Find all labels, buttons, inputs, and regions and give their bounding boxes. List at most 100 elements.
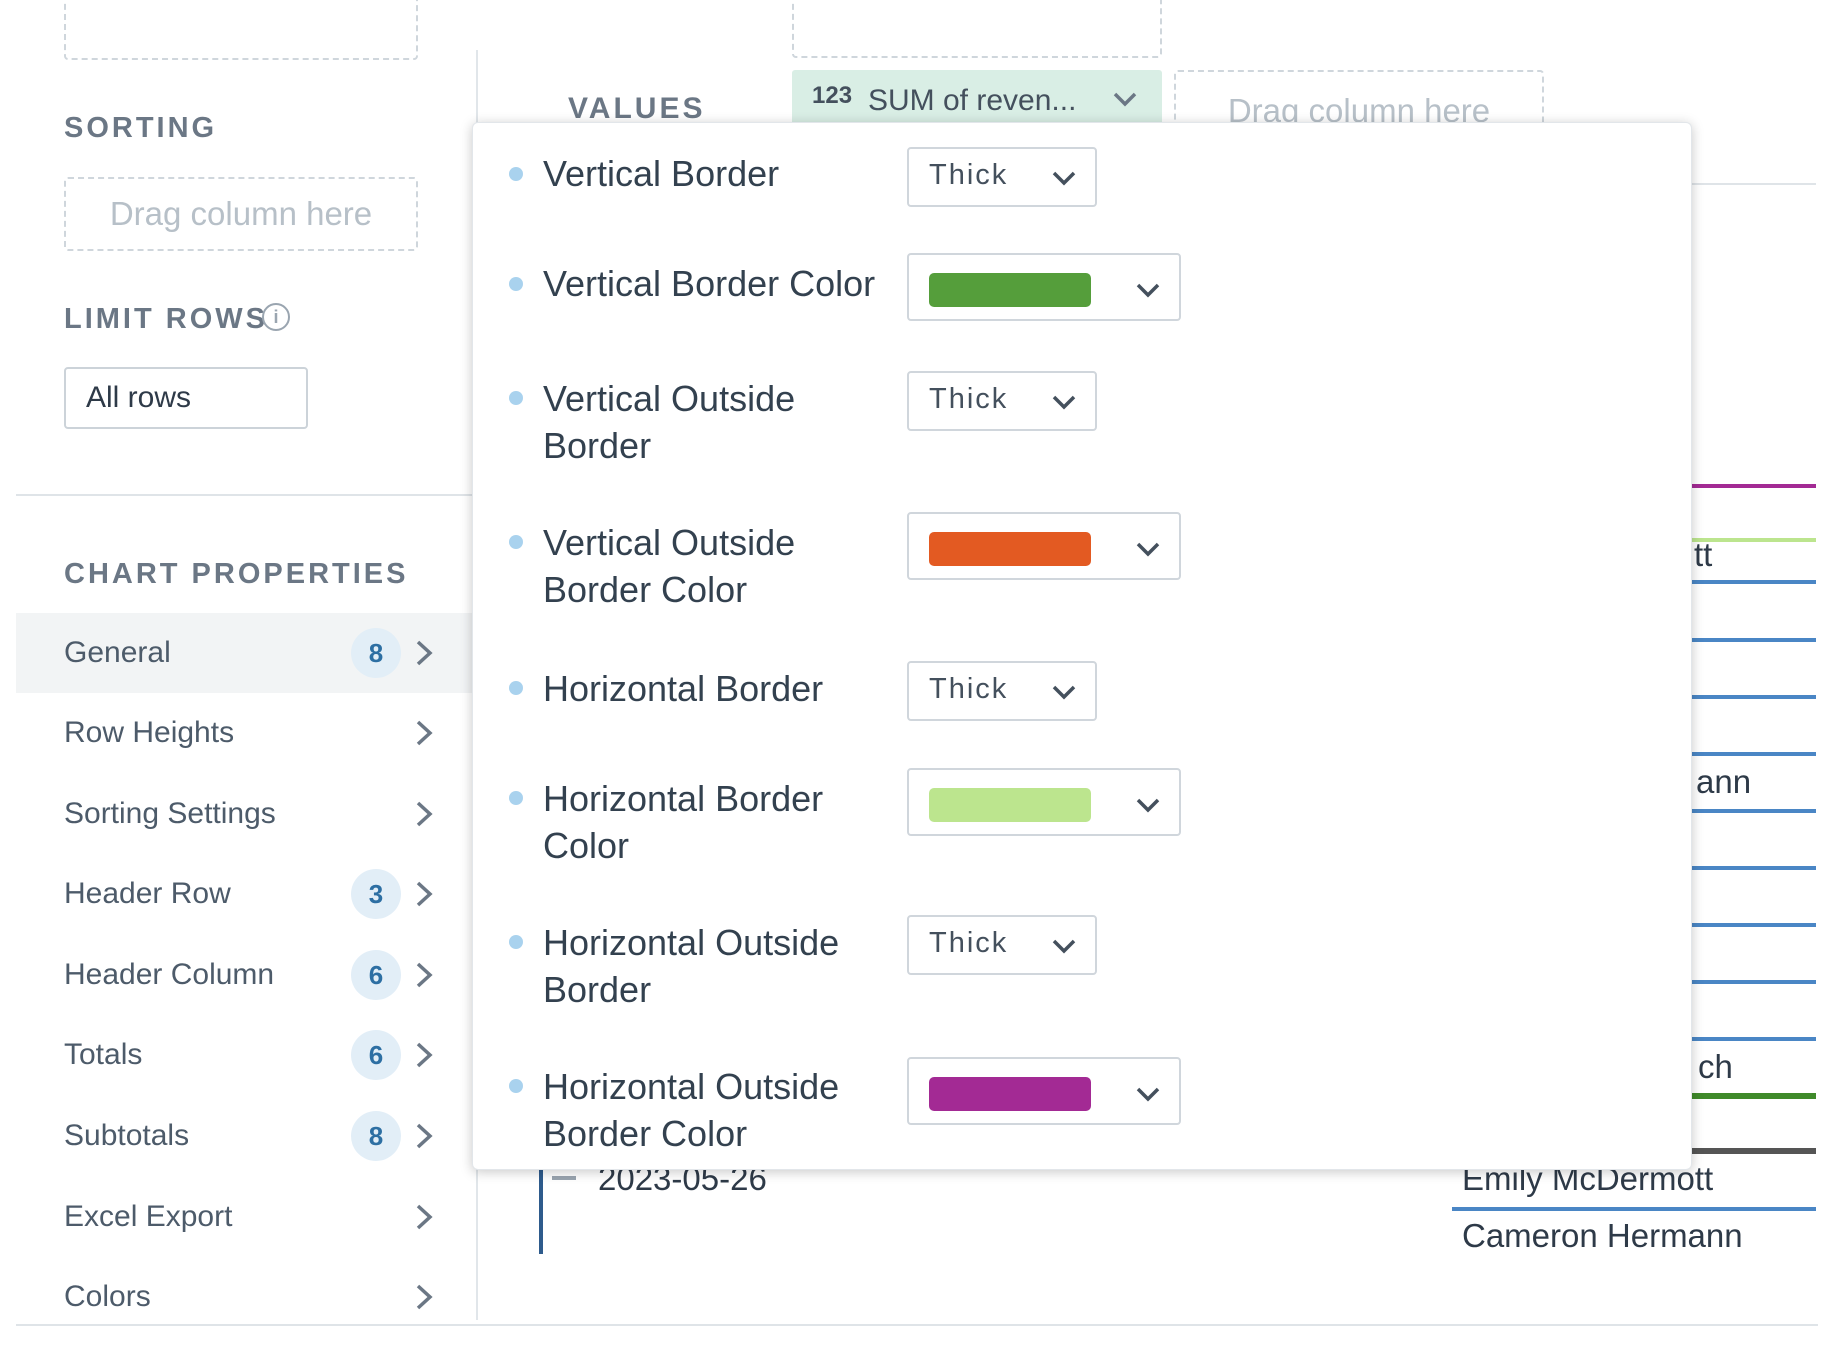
- nav-item-totals[interactable]: Totals 6: [16, 1015, 472, 1095]
- top-drop-zone-edge: [64, 0, 418, 60]
- border-line-blue: [1692, 695, 1816, 699]
- nav-item-label: Excel Export: [64, 1200, 233, 1233]
- info-icon[interactable]: i: [262, 303, 290, 331]
- nav-item-label: Colors: [64, 1280, 151, 1313]
- vertical-border-color-label: Vertical Border Color: [543, 263, 876, 304]
- border-line-blue: [1692, 809, 1816, 813]
- nav-badge: 8: [351, 628, 401, 678]
- color-swatch: [929, 1077, 1091, 1111]
- horizontal-border-select[interactable]: Thick: [907, 661, 1097, 721]
- chevron-down-icon: [1136, 1087, 1160, 1102]
- horizontal-outside-border-select[interactable]: Thick: [907, 915, 1097, 975]
- value-chip[interactable]: 123 SUM of reven...: [792, 70, 1162, 126]
- label-line: Horizontal Outside: [543, 1066, 840, 1107]
- border-line-blue: [1692, 1037, 1816, 1041]
- nav-item-subtotals[interactable]: Subtotals 8: [16, 1096, 472, 1176]
- sidebar-divider: [16, 494, 478, 496]
- values-top-edge: [792, 0, 1162, 58]
- border-line-blue: [1692, 980, 1816, 984]
- nav-item-header-row[interactable]: Header Row 3: [16, 854, 472, 934]
- label-line: Horizontal Outside: [543, 922, 840, 963]
- table-top-divider: [1692, 183, 1816, 185]
- chart-properties-title: CHART PROPERTIES: [64, 558, 409, 590]
- chevron-right-icon: [416, 1123, 433, 1149]
- nav-item-label: Header Row: [64, 877, 231, 910]
- vertical-border-label: Vertical Border: [543, 153, 780, 194]
- border-line-blue: [1692, 866, 1816, 870]
- label-line: Border: [543, 969, 652, 1010]
- nav-item-sorting-settings[interactable]: Sorting Settings: [16, 774, 472, 854]
- chevron-down-icon: [1136, 283, 1160, 298]
- border-line-purple: [1692, 484, 1816, 488]
- nav-badge: 3: [351, 869, 401, 919]
- border-line-blue: [1692, 580, 1816, 584]
- vertical-outside-border-select[interactable]: Thick: [907, 371, 1097, 431]
- chevron-right-icon: [416, 801, 433, 827]
- chevron-right-icon: [416, 881, 433, 907]
- nav-badge: 6: [351, 1030, 401, 1080]
- horizontal-border-label: Horizontal Border: [543, 668, 824, 709]
- nav-item-label: Header Column: [64, 958, 275, 991]
- left-sidebar: SORTING Drag column here LIMIT ROWS i Al…: [0, 0, 478, 1348]
- select-value: Thick: [929, 159, 1009, 191]
- chevron-down-icon: [1052, 939, 1076, 954]
- label-line: Horizontal Border: [543, 778, 824, 819]
- horizontal-outside-border-color-label: Horizontal Outside Border Color: [543, 1063, 839, 1157]
- nav-item-general[interactable]: General 8: [16, 613, 472, 693]
- border-line-blue: [1452, 1207, 1816, 1211]
- border-line-blue: [1692, 752, 1816, 756]
- tree-vertical-line: [539, 1170, 543, 1254]
- horizontal-outside-border-color-picker[interactable]: [907, 1057, 1181, 1125]
- color-swatch: [929, 273, 1091, 307]
- chevron-right-icon: [416, 720, 433, 746]
- label-line: Border Color: [543, 1113, 748, 1154]
- chevron-right-icon: [416, 640, 433, 666]
- background-name-cell: Cameron Hermann: [1462, 1217, 1743, 1254]
- color-swatch: [929, 532, 1091, 566]
- nav-item-excel-export[interactable]: Excel Export: [16, 1177, 472, 1257]
- bullet-dot: [509, 791, 523, 805]
- horizontal-border-color-picker[interactable]: [907, 768, 1181, 836]
- chart-properties-popup: Vertical Border Thick Vertical Border Co…: [472, 122, 1692, 1170]
- label-line: Border: [543, 425, 652, 466]
- select-value: Thick: [929, 383, 1009, 415]
- sorting-title: SORTING: [64, 112, 218, 144]
- horizontal-outside-border-label: Horizontal Outside Border: [543, 919, 839, 1013]
- chevron-right-icon: [416, 1204, 433, 1230]
- label-line: Border Color: [543, 569, 748, 610]
- vertical-outside-border-label: Vertical Outside Border: [543, 375, 795, 469]
- limit-rows-select[interactable]: All rows: [64, 367, 308, 429]
- nav-item-row-heights[interactable]: Row Heights: [16, 693, 472, 773]
- color-swatch: [929, 788, 1091, 822]
- horizontal-border-color-label: Horizontal Border Color: [543, 775, 823, 869]
- chevron-down-icon: [1136, 542, 1160, 557]
- chevron-down-icon: [1052, 395, 1076, 410]
- nav-item-label: Totals: [64, 1038, 143, 1071]
- label-line: Vertical Outside: [543, 378, 796, 419]
- values-label: VALUES: [568, 92, 706, 125]
- bullet-dot: [509, 681, 523, 695]
- vertical-outside-border-color-label: Vertical Outside Border Color: [543, 519, 795, 613]
- bullet-dot: [509, 167, 523, 181]
- border-line-darkgreen: [1692, 1093, 1816, 1099]
- nav-item-label: Row Heights: [64, 716, 235, 749]
- chevron-down-icon: [1113, 92, 1137, 107]
- chevron-down-icon: [1052, 685, 1076, 700]
- cell-fragment: ch: [1698, 1048, 1733, 1085]
- bullet-dot: [509, 535, 523, 549]
- nav-item-header-column[interactable]: Header Column 6: [16, 935, 472, 1015]
- sorting-drop-zone[interactable]: Drag column here: [64, 177, 418, 251]
- number-type-icon: 123: [812, 82, 853, 109]
- nav-badge: 6: [351, 950, 401, 1000]
- bottom-divider: [16, 1324, 1818, 1326]
- vertical-border-color-picker[interactable]: [907, 253, 1181, 321]
- cell-fragment: ann: [1696, 763, 1752, 800]
- label-line: Color: [543, 825, 630, 866]
- nav-item-label: General: [64, 636, 171, 669]
- vertical-outside-border-color-picker[interactable]: [907, 512, 1181, 580]
- collapse-dash-icon[interactable]: [552, 1176, 576, 1180]
- limit-rows-title: LIMIT ROWS: [64, 303, 268, 335]
- vertical-border-select[interactable]: Thick: [907, 147, 1097, 207]
- value-chip-label: SUM of reven...: [868, 84, 1077, 117]
- chevron-right-icon: [416, 962, 433, 988]
